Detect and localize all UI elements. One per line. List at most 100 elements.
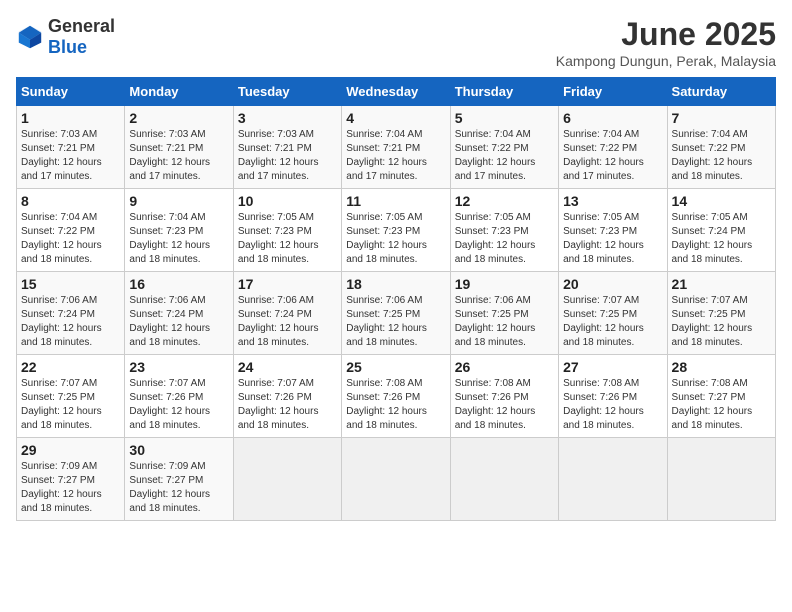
day-number: 11 [346, 193, 445, 209]
day-info: Sunrise: 7:07 AM Sunset: 7:26 PM Dayligh… [238, 377, 337, 433]
table-cell: 16 Sunrise: 7:06 AM Sunset: 7:24 PM Dayl… [125, 272, 233, 355]
table-cell: 30 Sunrise: 7:09 AM Sunset: 7:27 PM Dayl… [125, 438, 233, 521]
day-info: Sunrise: 7:07 AM Sunset: 7:26 PM Dayligh… [129, 377, 228, 433]
col-wednesday: Wednesday [342, 78, 450, 106]
logo: General Blue [16, 16, 115, 58]
table-cell: 23 Sunrise: 7:07 AM Sunset: 7:26 PM Dayl… [125, 355, 233, 438]
col-saturday: Saturday [667, 78, 775, 106]
calendar-week-1: 1 Sunrise: 7:03 AM Sunset: 7:21 PM Dayli… [17, 106, 776, 189]
daylight-label: Daylight: 12 hours and 17 minutes. [346, 157, 427, 182]
sunrise-label: Sunrise: 7:07 AM [129, 378, 205, 389]
table-cell: 18 Sunrise: 7:06 AM Sunset: 7:25 PM Dayl… [342, 272, 450, 355]
daylight-label: Daylight: 12 hours and 18 minutes. [346, 406, 427, 431]
table-cell: 12 Sunrise: 7:05 AM Sunset: 7:23 PM Dayl… [450, 189, 558, 272]
day-number: 5 [455, 110, 554, 126]
sunrise-label: Sunrise: 7:08 AM [672, 378, 748, 389]
day-number: 9 [129, 193, 228, 209]
sunset-label: Sunset: 7:22 PM [672, 143, 746, 154]
sunrise-label: Sunrise: 7:05 AM [346, 212, 422, 223]
table-cell: 6 Sunrise: 7:04 AM Sunset: 7:22 PM Dayli… [559, 106, 667, 189]
sunset-label: Sunset: 7:26 PM [346, 392, 420, 403]
logo-text: General Blue [48, 16, 115, 58]
sunset-label: Sunset: 7:27 PM [672, 392, 746, 403]
sunset-label: Sunset: 7:23 PM [346, 226, 420, 237]
sunrise-label: Sunrise: 7:09 AM [129, 461, 205, 472]
day-info: Sunrise: 7:04 AM Sunset: 7:22 PM Dayligh… [563, 128, 662, 184]
day-info: Sunrise: 7:07 AM Sunset: 7:25 PM Dayligh… [563, 294, 662, 350]
col-monday: Monday [125, 78, 233, 106]
sunrise-label: Sunrise: 7:04 AM [563, 129, 639, 140]
table-cell: 27 Sunrise: 7:08 AM Sunset: 7:26 PM Dayl… [559, 355, 667, 438]
sunset-label: Sunset: 7:23 PM [563, 226, 637, 237]
table-cell: 24 Sunrise: 7:07 AM Sunset: 7:26 PM Dayl… [233, 355, 341, 438]
col-sunday: Sunday [17, 78, 125, 106]
table-cell: 21 Sunrise: 7:07 AM Sunset: 7:25 PM Dayl… [667, 272, 775, 355]
day-number: 25 [346, 359, 445, 375]
day-info: Sunrise: 7:06 AM Sunset: 7:25 PM Dayligh… [455, 294, 554, 350]
daylight-label: Daylight: 12 hours and 17 minutes. [455, 157, 536, 182]
day-info: Sunrise: 7:06 AM Sunset: 7:24 PM Dayligh… [21, 294, 120, 350]
daylight-label: Daylight: 12 hours and 18 minutes. [563, 240, 644, 265]
table-cell [342, 438, 450, 521]
sunset-label: Sunset: 7:27 PM [129, 475, 203, 486]
sunset-label: Sunset: 7:23 PM [238, 226, 312, 237]
day-number: 28 [672, 359, 771, 375]
day-number: 2 [129, 110, 228, 126]
table-cell: 1 Sunrise: 7:03 AM Sunset: 7:21 PM Dayli… [17, 106, 125, 189]
table-cell [559, 438, 667, 521]
day-info: Sunrise: 7:05 AM Sunset: 7:23 PM Dayligh… [455, 211, 554, 267]
daylight-label: Daylight: 12 hours and 18 minutes. [346, 240, 427, 265]
calendar-subtitle: Kampong Dungun, Perak, Malaysia [556, 53, 776, 69]
sunset-label: Sunset: 7:24 PM [21, 309, 95, 320]
day-number: 16 [129, 276, 228, 292]
sunrise-label: Sunrise: 7:06 AM [238, 295, 314, 306]
sunrise-label: Sunrise: 7:04 AM [129, 212, 205, 223]
daylight-label: Daylight: 12 hours and 17 minutes. [238, 157, 319, 182]
daylight-label: Daylight: 12 hours and 18 minutes. [346, 323, 427, 348]
logo-icon [16, 23, 44, 51]
day-number: 26 [455, 359, 554, 375]
daylight-label: Daylight: 12 hours and 18 minutes. [455, 323, 536, 348]
col-friday: Friday [559, 78, 667, 106]
day-info: Sunrise: 7:04 AM Sunset: 7:22 PM Dayligh… [455, 128, 554, 184]
sunrise-label: Sunrise: 7:07 AM [21, 378, 97, 389]
day-number: 19 [455, 276, 554, 292]
sunset-label: Sunset: 7:24 PM [129, 309, 203, 320]
sunrise-label: Sunrise: 7:05 AM [672, 212, 748, 223]
day-number: 24 [238, 359, 337, 375]
sunrise-label: Sunrise: 7:08 AM [346, 378, 422, 389]
col-tuesday: Tuesday [233, 78, 341, 106]
sunrise-label: Sunrise: 7:05 AM [563, 212, 639, 223]
calendar-header-row: Sunday Monday Tuesday Wednesday Thursday… [17, 78, 776, 106]
table-cell: 22 Sunrise: 7:07 AM Sunset: 7:25 PM Dayl… [17, 355, 125, 438]
day-number: 18 [346, 276, 445, 292]
sunset-label: Sunset: 7:22 PM [563, 143, 637, 154]
sunrise-label: Sunrise: 7:06 AM [455, 295, 531, 306]
sunrise-label: Sunrise: 7:05 AM [238, 212, 314, 223]
day-info: Sunrise: 7:07 AM Sunset: 7:25 PM Dayligh… [21, 377, 120, 433]
sunset-label: Sunset: 7:23 PM [455, 226, 529, 237]
daylight-label: Daylight: 12 hours and 18 minutes. [672, 240, 753, 265]
table-cell: 10 Sunrise: 7:05 AM Sunset: 7:23 PM Dayl… [233, 189, 341, 272]
day-info: Sunrise: 7:05 AM Sunset: 7:24 PM Dayligh… [672, 211, 771, 267]
sunrise-label: Sunrise: 7:08 AM [455, 378, 531, 389]
table-cell: 15 Sunrise: 7:06 AM Sunset: 7:24 PM Dayl… [17, 272, 125, 355]
daylight-label: Daylight: 12 hours and 18 minutes. [455, 240, 536, 265]
daylight-label: Daylight: 12 hours and 18 minutes. [563, 406, 644, 431]
sunrise-label: Sunrise: 7:04 AM [672, 129, 748, 140]
day-info: Sunrise: 7:06 AM Sunset: 7:24 PM Dayligh… [129, 294, 228, 350]
calendar-table: Sunday Monday Tuesday Wednesday Thursday… [16, 77, 776, 521]
sunset-label: Sunset: 7:26 PM [238, 392, 312, 403]
day-info: Sunrise: 7:04 AM Sunset: 7:22 PM Dayligh… [672, 128, 771, 184]
day-info: Sunrise: 7:08 AM Sunset: 7:27 PM Dayligh… [672, 377, 771, 433]
daylight-label: Daylight: 12 hours and 18 minutes. [238, 406, 319, 431]
table-cell: 4 Sunrise: 7:04 AM Sunset: 7:21 PM Dayli… [342, 106, 450, 189]
day-info: Sunrise: 7:03 AM Sunset: 7:21 PM Dayligh… [21, 128, 120, 184]
calendar-week-5: 29 Sunrise: 7:09 AM Sunset: 7:27 PM Dayl… [17, 438, 776, 521]
table-cell: 26 Sunrise: 7:08 AM Sunset: 7:26 PM Dayl… [450, 355, 558, 438]
daylight-label: Daylight: 12 hours and 18 minutes. [129, 240, 210, 265]
daylight-label: Daylight: 12 hours and 17 minutes. [129, 157, 210, 182]
sunset-label: Sunset: 7:25 PM [563, 309, 637, 320]
sunset-label: Sunset: 7:26 PM [563, 392, 637, 403]
day-info: Sunrise: 7:04 AM Sunset: 7:23 PM Dayligh… [129, 211, 228, 267]
